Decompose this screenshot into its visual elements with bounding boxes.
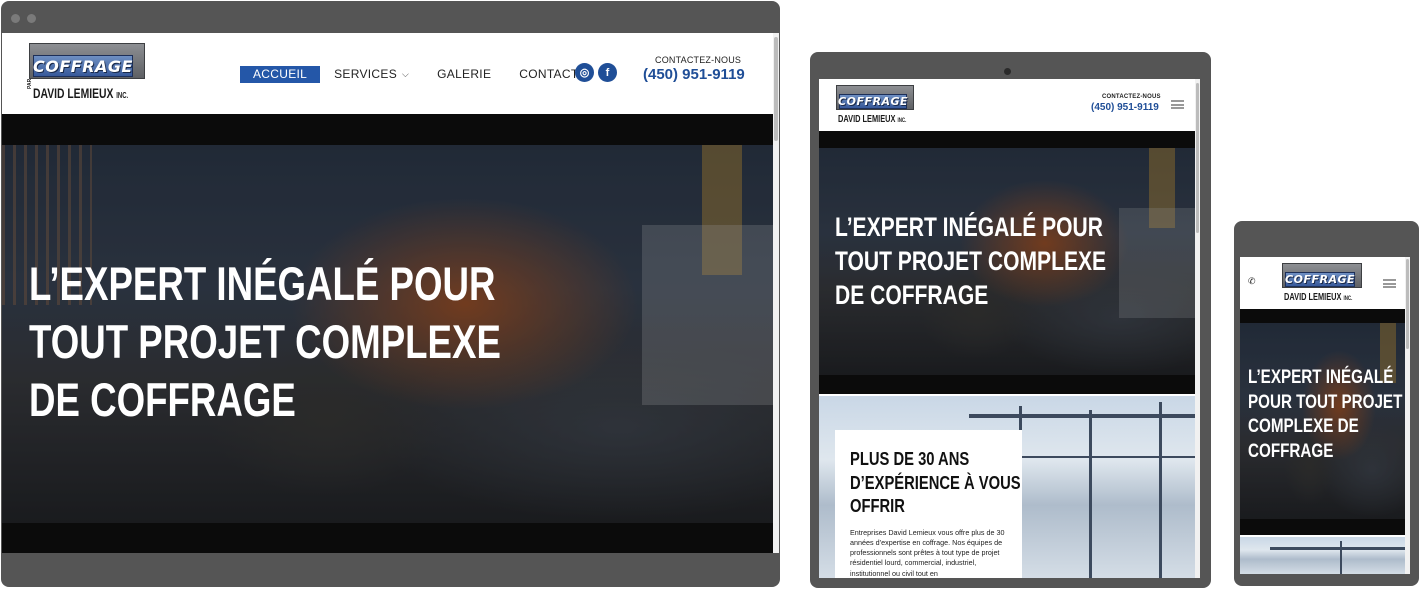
desktop-frame: COFFRAGE PAR DAVID LEMIEUX INC. ACCUEIL …: [1, 1, 780, 587]
steel-beam: [1270, 547, 1405, 550]
contact-label: CONTACTEZ-NOUS: [655, 55, 742, 65]
phone-frame: ✆ COFFRAGE DAVID LEMIEUX INC. L’EXPERT I…: [1234, 221, 1419, 586]
steel-beam: [1089, 410, 1092, 578]
steel-beam: [1159, 402, 1162, 578]
hero-headline: L’EXPERT INÉGALÉ POUR TOUT PROJET COMPLE…: [29, 257, 501, 426]
social-links: ◎ f: [575, 63, 617, 82]
logo-word: COFFRAGE: [838, 95, 908, 108]
phone-logo[interactable]: COFFRAGE DAVID LEMIEUX INC.: [1280, 263, 1366, 305]
hero-top-band: [1240, 309, 1405, 323]
hero-bottom-band: [819, 375, 1195, 394]
instagram-icon[interactable]: ◎: [575, 63, 594, 82]
about-section: PLUS DE 30 ANS D’EXPÉRIENCE À VOUS OFFRI…: [819, 396, 1195, 578]
hamburger-menu-icon[interactable]: [1383, 279, 1396, 288]
phone-link[interactable]: (450) 951-9119: [643, 66, 745, 83]
logo-name: DAVID LEMIEUX INC.: [33, 85, 129, 101]
chevron-down-icon: ⌵: [402, 69, 410, 79]
contact-label: CONTACTEZ-NOUS: [1102, 94, 1161, 100]
phone-screen: ✆ COFFRAGE DAVID LEMIEUX INC. L’EXPERT I…: [1240, 257, 1405, 574]
desktop-scrollbar[interactable]: [773, 33, 779, 553]
logo-name: DAVID LEMIEUX INC.: [1284, 292, 1353, 303]
hero-bottom-band: [1240, 519, 1405, 535]
hero-headline: L’EXPERT INÉGALÉ POUR TOUT PROJET COMPLE…: [835, 212, 1107, 310]
window-dots: [11, 14, 36, 23]
logo-word: COFFRAGE: [33, 56, 133, 76]
facebook-icon[interactable]: f: [598, 63, 617, 82]
nav-item-accueil[interactable]: ACCUEIL: [240, 66, 321, 83]
logo-name: DAVID LEMIEUX INC.: [838, 114, 907, 125]
tablet-screen: COFFRAGE DAVID LEMIEUX INC. CONTACTEZ-NO…: [819, 79, 1195, 578]
tablet-camera: [1004, 68, 1011, 75]
phone-call-icon[interactable]: ✆: [1248, 276, 1256, 287]
main-nav: ACCUEIL SERVICES ⌵ GALERIE CONTACT: [240, 66, 592, 83]
hamburger-menu-icon[interactable]: [1171, 100, 1184, 109]
steel-beam: [1340, 541, 1342, 574]
desktop-screen: COFFRAGE PAR DAVID LEMIEUX INC. ACCUEIL …: [2, 33, 773, 553]
hero-headline: L’EXPERT INÉGALÉ POUR TOUT PROJET COMPLE…: [1248, 366, 1403, 462]
about-section: [1240, 537, 1405, 574]
hero-banner: L’EXPERT INÉGALÉ POUR TOUT PROJET COMPLE…: [1240, 323, 1405, 519]
logo-word: COFFRAGE: [1285, 273, 1355, 286]
phone-link[interactable]: (450) 951-9119: [1091, 102, 1159, 113]
about-card: PLUS DE 30 ANS D’EXPÉRIENCE À VOUS OFFRI…: [835, 430, 1022, 578]
hero-top-band: [2, 114, 773, 145]
nav-item-galerie[interactable]: GALERIE: [423, 66, 505, 83]
hero-banner: L’EXPERT INÉGALÉ POUR TOUT PROJET COMPLE…: [819, 148, 1195, 375]
about-title: PLUS DE 30 ANS D’EXPÉRIENCE À VOUS OFFRI…: [850, 449, 1021, 516]
responsive-mockup: COFFRAGE PAR DAVID LEMIEUX INC. ACCUEIL …: [0, 0, 1420, 590]
tablet-scrollbar[interactable]: [1195, 79, 1200, 578]
desktop-logo[interactable]: COFFRAGE PAR DAVID LEMIEUX INC.: [27, 43, 149, 103]
phone-scrollbar[interactable]: [1405, 257, 1410, 574]
hero-banner: L’EXPERT INÉGALÉ POUR TOUT PROJET COMPLE…: [2, 145, 773, 523]
tablet-logo[interactable]: COFFRAGE DAVID LEMIEUX INC.: [834, 85, 916, 127]
tablet-frame: COFFRAGE DAVID LEMIEUX INC. CONTACTEZ-NO…: [810, 52, 1211, 588]
nav-item-services[interactable]: SERVICES ⌵: [320, 66, 423, 83]
hero-bottom-band: [2, 523, 773, 553]
hero-top-band: [819, 131, 1195, 148]
about-text: Entreprises David Lemieux vous offre plu…: [850, 527, 1005, 578]
